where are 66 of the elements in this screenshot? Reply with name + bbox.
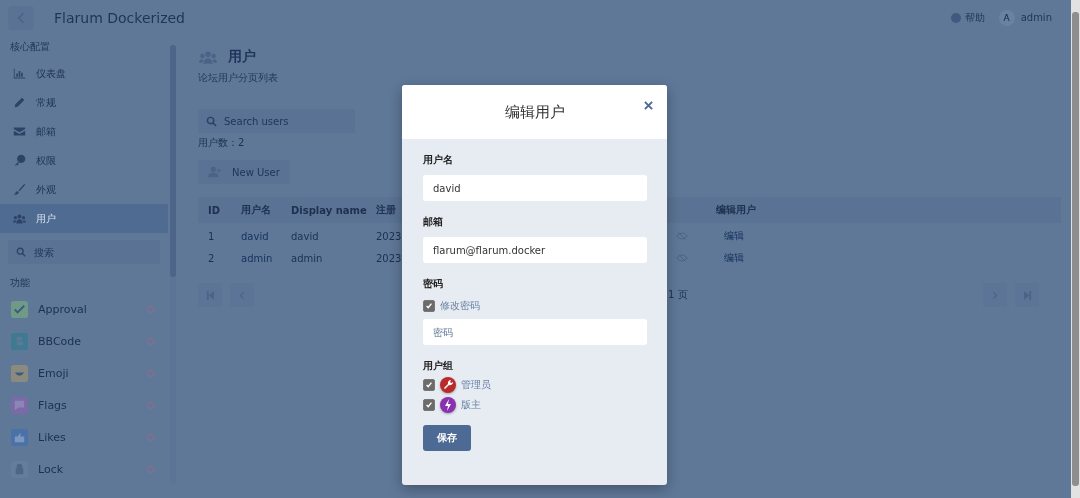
edit-link[interactable]: 编辑 [706, 229, 762, 243]
nav-item[interactable]: 外观 [0, 175, 168, 204]
page-title: 用户 [228, 48, 256, 66]
dialog-title: 编辑用户 [504, 102, 565, 122]
checkmark-icon [425, 401, 433, 409]
extension-item[interactable]: BBCode [0, 325, 168, 357]
group-name[interactable]: 管理员 [461, 378, 491, 392]
group-name[interactable]: 版主 [461, 398, 481, 412]
column-header: Display name [291, 204, 367, 216]
nav-item[interactable]: 用户 [0, 204, 168, 233]
users-icon [13, 212, 26, 225]
search-field[interactable]: Search users [198, 109, 355, 133]
letter-icon [11, 332, 28, 350]
table-cell-text: 2 [207, 252, 216, 264]
close-icon [644, 101, 653, 110]
extension-item[interactable]: Lock [0, 453, 168, 485]
thumb-icon [11, 428, 28, 446]
page-indicator: 1 页 [668, 288, 688, 302]
user-count: 用户数：2 [198, 136, 246, 150]
table-cell-text: david [290, 230, 320, 242]
nav-item[interactable]: 仪表盘 [0, 59, 168, 88]
checkbox-label[interactable]: 修改密码 [440, 299, 480, 313]
checkmark-icon [425, 302, 433, 310]
scrollbar[interactable] [1071, 0, 1080, 498]
table-cell-text: admin [290, 252, 324, 264]
email-field[interactable]: flarum@flarum.docker [423, 237, 647, 263]
bolt-icon [440, 397, 456, 413]
wrench-icon [440, 377, 456, 393]
help-icon [950, 12, 961, 23]
column-header: 编辑用户 [715, 203, 757, 217]
checkbox[interactable] [423, 399, 435, 411]
save-button[interactable]: 保存 [423, 425, 471, 451]
field-label: 邮箱 [423, 215, 443, 229]
chart-icon [13, 67, 26, 80]
user-link[interactable]: david [231, 230, 281, 242]
password-field[interactable]: 密码 [423, 319, 647, 345]
table-cell: 2023 [376, 230, 402, 242]
extension-item[interactable]: Likes [0, 421, 168, 453]
extension-item[interactable]: Flags [0, 389, 168, 421]
avatar[interactable]: A [998, 9, 1015, 26]
search-icon [206, 116, 217, 127]
checkbox[interactable] [423, 379, 435, 391]
search-icon [16, 247, 26, 257]
check-icon [11, 300, 28, 318]
column-header: 用户名 [241, 203, 271, 217]
envelope-icon [13, 125, 26, 138]
checkmark-icon [425, 381, 433, 389]
extension-item[interactable]: Emoji [0, 357, 168, 389]
edit-link[interactable]: 编辑 [706, 251, 762, 265]
column-header: 注册 [376, 203, 396, 217]
brush-icon [13, 183, 26, 196]
extension-item[interactable]: Approval [0, 293, 168, 325]
close-button[interactable] [642, 99, 655, 112]
pencil-icon [13, 96, 26, 109]
checkbox[interactable] [423, 300, 435, 312]
table-cell: 2023 [376, 252, 402, 264]
user-name[interactable]: admin [1020, 12, 1052, 23]
field-label: 密码 [423, 277, 443, 291]
field-label: 用户名 [423, 153, 453, 167]
column-header: ID [208, 204, 221, 216]
user-link[interactable]: admin [231, 252, 281, 264]
table-cell-text: 1 [207, 230, 216, 242]
new-user-button[interactable]: New User [198, 160, 290, 184]
site-title: Flarum Dockerized [54, 9, 185, 26]
field-label: 用户组 [423, 359, 453, 373]
username-field[interactable]: david [423, 175, 647, 201]
